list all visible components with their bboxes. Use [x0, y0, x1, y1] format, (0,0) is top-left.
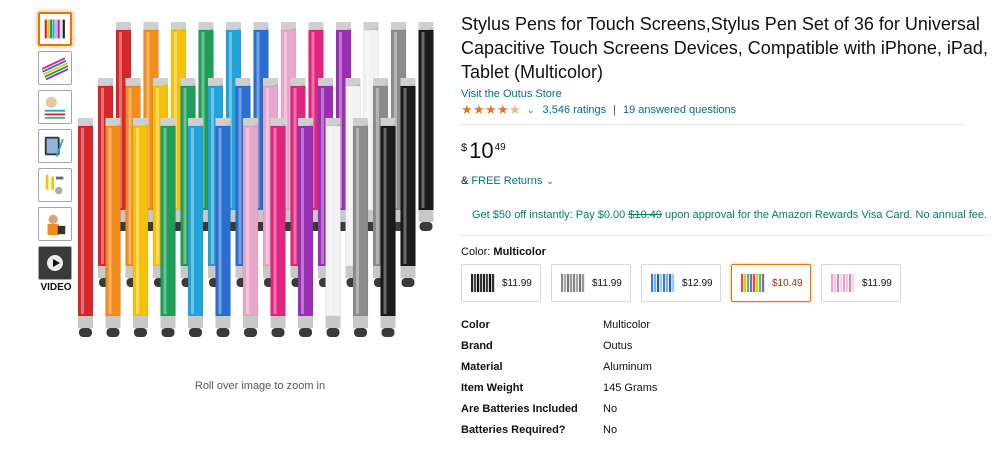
- pen: [242, 118, 259, 337]
- swatch-price: $10.49: [772, 277, 803, 289]
- color-swatch-3[interactable]: $12.99: [641, 264, 721, 302]
- divider: [461, 124, 966, 125]
- star-icon: ★: [461, 102, 473, 117]
- product-title: Stylus Pens for Touch Screens,Stylus Pen…: [461, 14, 988, 82]
- spec-key: Material: [461, 360, 503, 373]
- thumbnail-5[interactable]: [38, 168, 72, 202]
- returns-prefix: &: [461, 175, 472, 187]
- spec-key: Color: [461, 318, 490, 331]
- pen: [418, 22, 434, 231]
- swatch-pens-icon: [561, 274, 585, 292]
- rating-row: ★ ★ ★ ★ ★ ⌄ 3,546 ratings | 19 answered ques…: [461, 102, 991, 117]
- price-fraction: 49: [494, 142, 506, 153]
- spec-value: No: [603, 402, 618, 415]
- pen: [380, 118, 396, 337]
- spec-value: Outus: [603, 339, 633, 352]
- swatch-pens-icon: [471, 274, 495, 292]
- spec-key: Are Batteries Included: [461, 402, 578, 415]
- spec-key: Item Weight: [461, 381, 524, 394]
- thumbnail-child-icon: [47, 214, 66, 236]
- spec-value: No: [603, 423, 618, 436]
- product-details: Stylus Pens for Touch Screens,Stylus Pen…: [461, 0, 991, 440]
- price-currency: $: [461, 142, 468, 154]
- promo-strike-price: $10.49: [628, 209, 662, 221]
- star-icon: ★: [485, 102, 497, 117]
- promo-text-start: Get $50 off instantly: Pay $0.00: [472, 209, 629, 221]
- color-label: Color:: [461, 246, 491, 258]
- star-rating[interactable]: ★ ★ ★ ★ ★: [461, 102, 521, 117]
- thumbnail-2[interactable]: [38, 51, 72, 85]
- color-swatch-4[interactable]: $10.49: [731, 264, 811, 302]
- price: $ 10 49: [461, 139, 991, 165]
- price-whole: 10: [469, 138, 494, 163]
- product-specs: Color Multicolor Brand Outus Material Aluminu…: [461, 314, 991, 440]
- swatch-pens-icon: [651, 274, 675, 292]
- answered-questions-link[interactable]: 19 answered questions: [623, 104, 736, 116]
- spec-value: 145 Grams: [603, 381, 658, 394]
- spec-row: Item Weight 145 Grams: [461, 377, 991, 398]
- color-selector-label: Color: Multicolor: [461, 246, 991, 258]
- star-icon: ★: [473, 102, 485, 117]
- promo-text-end: upon approval for the Amazon Rewards Vis…: [662, 209, 988, 221]
- ratings-link[interactable]: 3,546 ratings: [543, 104, 607, 116]
- divider: [461, 235, 991, 236]
- store-link[interactable]: Visit the Outus Store: [461, 88, 991, 100]
- play-icon: [46, 254, 64, 272]
- swatch-pens-icon: [741, 274, 765, 292]
- pen: [400, 78, 416, 287]
- swatch-pens-icon: [831, 274, 855, 292]
- spec-key: Brand: [461, 339, 493, 352]
- thumbnail-parts-icon: [45, 174, 64, 195]
- free-returns-link[interactable]: FREE Returns: [471, 175, 542, 187]
- thumbnail-features-icon: [44, 96, 66, 119]
- spec-row: Batteries Required? No: [461, 419, 991, 440]
- returns-row: & FREE Returns ⌄: [461, 175, 991, 187]
- thumbnail-4[interactable]: [38, 129, 72, 163]
- promo-message: Get $50 off instantly: Pay $0.00 $10.49 …: [472, 207, 999, 223]
- pen: [297, 118, 314, 337]
- spec-row: Brand Outus: [461, 335, 991, 356]
- chevron-down-icon[interactable]: ⌄: [527, 105, 535, 116]
- star-icon: ★: [509, 102, 521, 117]
- spec-row: Are Batteries Included No: [461, 398, 991, 419]
- pen: [352, 118, 369, 337]
- thumbnail-pens-icon: [44, 19, 65, 39]
- color-swatches: $11.99 $11.99 $12.99 $10.49 $11.99: [461, 264, 991, 302]
- thumbnail-pens-angled-icon: [42, 57, 68, 81]
- thumbnail-1[interactable]: [38, 12, 72, 46]
- swatch-price: $12.99: [682, 277, 713, 289]
- spec-row: Material Aluminum: [461, 356, 991, 377]
- spec-value: Multicolor: [603, 318, 651, 331]
- pen: [160, 118, 176, 337]
- swatch-price: $11.99: [592, 277, 622, 289]
- pen: [325, 118, 341, 337]
- pen: [215, 118, 231, 337]
- separator: |: [613, 104, 617, 116]
- spec-key: Batteries Required?: [461, 423, 566, 436]
- thumbnail-3[interactable]: [38, 90, 72, 124]
- color-swatch-5[interactable]: $11.99: [821, 264, 901, 302]
- pen: [270, 118, 286, 337]
- thumbnail-tablet-icon: [44, 136, 64, 157]
- spec-row: Color Multicolor: [461, 314, 991, 335]
- color-swatch-1[interactable]: $11.99: [461, 264, 541, 302]
- pen: [105, 118, 121, 337]
- swatch-price: $11.99: [502, 277, 532, 289]
- pen: [77, 118, 94, 337]
- spec-value: Aluminum: [603, 360, 652, 373]
- thumbnail-video[interactable]: [38, 246, 72, 280]
- zoom-hint: Roll over image to zoom in: [194, 380, 326, 392]
- color-value: Multicolor: [493, 246, 546, 258]
- swatch-price: $11.99: [862, 277, 892, 289]
- pen: [187, 118, 204, 337]
- chevron-down-icon[interactable]: ⌄: [546, 176, 554, 186]
- pen: [132, 118, 149, 337]
- star-icon: ★: [497, 102, 509, 117]
- product-main-image[interactable]: [68, 10, 448, 365]
- color-swatch-2[interactable]: $11.99: [551, 264, 631, 302]
- thumbnail-6[interactable]: [38, 207, 72, 241]
